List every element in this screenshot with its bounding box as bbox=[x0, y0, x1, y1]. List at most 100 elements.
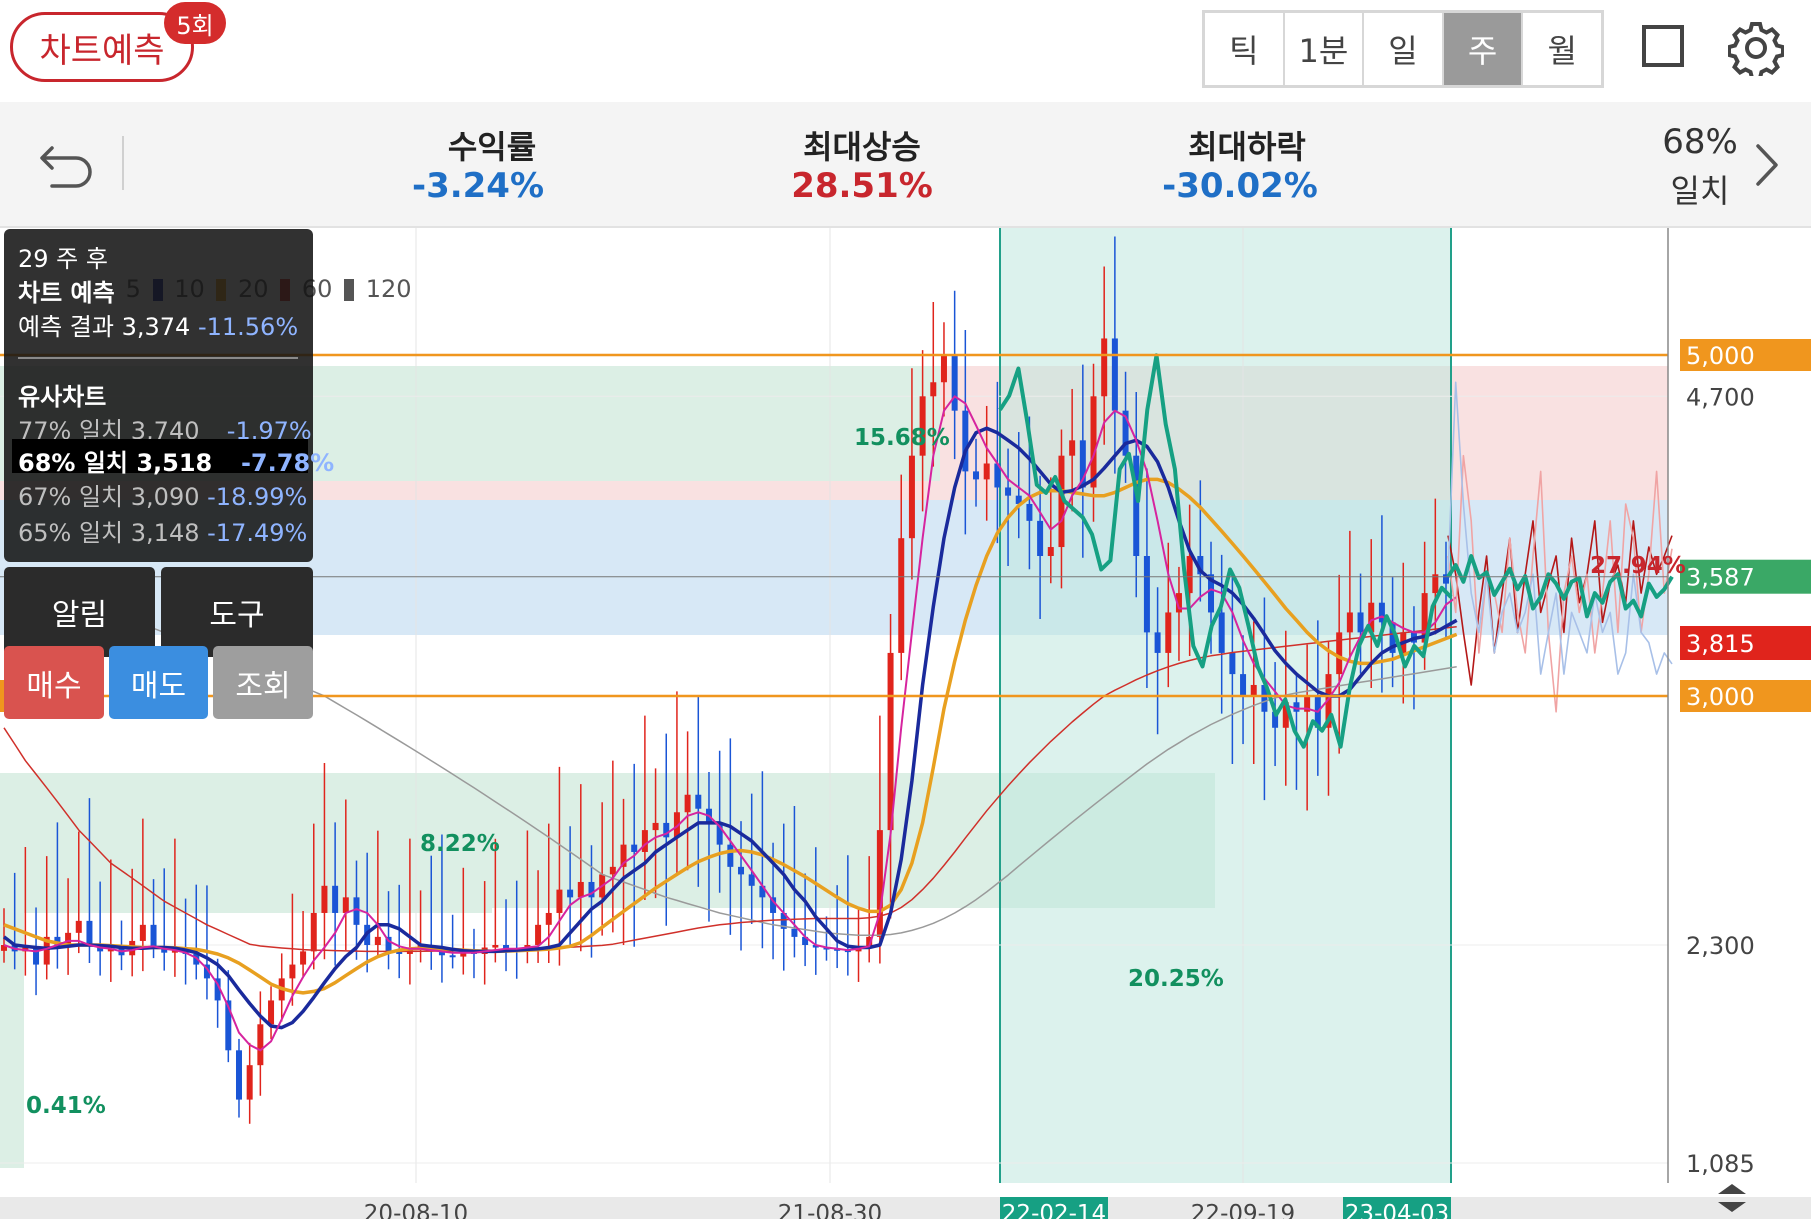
candle-body bbox=[1357, 612, 1364, 633]
candle-body bbox=[1218, 612, 1225, 653]
max-rise-label: 최대상승 bbox=[803, 128, 921, 166]
candle-body bbox=[257, 1024, 264, 1066]
candle-body bbox=[556, 889, 563, 913]
candle-body bbox=[973, 471, 980, 480]
similar-price: 3,090 bbox=[130, 483, 200, 511]
candle-body bbox=[1111, 338, 1118, 411]
similar-pct: -17.49% bbox=[207, 519, 308, 547]
candle-body bbox=[908, 455, 915, 539]
price-level-label: 3,000 bbox=[1686, 683, 1755, 711]
similar-match: 65% 일치 bbox=[18, 519, 124, 547]
candle-body bbox=[353, 897, 360, 925]
candle-body bbox=[492, 945, 499, 948]
similar-match: 68% 일치 bbox=[18, 449, 128, 477]
tools-button[interactable]: 도구 bbox=[161, 567, 313, 657]
x-tick-label: 20-08-10 bbox=[364, 1201, 468, 1219]
candle-body bbox=[246, 1065, 253, 1100]
similar-row[interactable]: 67% 일치 3,090 -18.99% bbox=[18, 477, 307, 512]
candle-body bbox=[289, 964, 296, 979]
candle-body bbox=[940, 355, 947, 383]
period-1min-tab[interactable]: 1분 bbox=[1285, 13, 1365, 85]
candle-body bbox=[150, 924, 157, 947]
max-fall-label: 최대하락 bbox=[1188, 128, 1306, 166]
return-label: 수익률 bbox=[447, 128, 537, 166]
result-row: 예측 결과 3,374 -11.56% bbox=[18, 307, 298, 342]
candle-body bbox=[1143, 556, 1150, 633]
zone-percent-label: 15.68% bbox=[854, 425, 950, 451]
candle-body bbox=[567, 889, 574, 898]
zone-percent-label: 8.22% bbox=[420, 831, 500, 857]
x-tick-label: 22-02-14 bbox=[1002, 1201, 1106, 1219]
similar-pct: -7.78% bbox=[240, 449, 335, 477]
similar-row-selected[interactable]: 68% 일치 3,518 -7.78% bbox=[18, 443, 334, 478]
candle-body bbox=[1026, 503, 1033, 521]
x-tick-label: 21-08-30 bbox=[778, 1201, 882, 1219]
candle-body bbox=[1069, 440, 1076, 456]
candle-body bbox=[342, 897, 349, 913]
candle-body bbox=[139, 924, 146, 941]
period-selector: 틱 1분 일 주 월 bbox=[1202, 10, 1604, 88]
alarm-button[interactable]: 알림 bbox=[4, 567, 155, 657]
match-percent: 68% bbox=[1662, 122, 1738, 162]
current-price-label: 3,587 bbox=[1686, 564, 1755, 592]
matched-range-band bbox=[1000, 228, 1451, 1183]
chevron-right-icon[interactable] bbox=[1752, 140, 1782, 190]
similar-match: 67% 일치 bbox=[18, 483, 124, 511]
max-rise-value: 28.51% bbox=[791, 166, 933, 206]
y-tick-label: 4,700 bbox=[1686, 383, 1755, 411]
candle-body bbox=[535, 924, 542, 945]
y-tick-label: 5,000 bbox=[1686, 342, 1755, 370]
max-fall-value: -30.02% bbox=[1162, 166, 1318, 206]
match-label: 일치 bbox=[1670, 172, 1730, 210]
view-button[interactable]: 조회 bbox=[213, 646, 313, 719]
candle-body bbox=[727, 844, 734, 867]
similar-row[interactable]: 65% 일치 3,148 -17.49% bbox=[18, 513, 307, 548]
candle-body bbox=[791, 928, 798, 937]
stats-divider bbox=[122, 136, 124, 190]
x-tick-label: 22-09-19 bbox=[1191, 1201, 1295, 1219]
similar-price: 3,148 bbox=[130, 519, 200, 547]
prediction-panel: 29 주 후 차트 예측 예측 결과 3,374 -11.56% 유사차트 77… bbox=[4, 229, 334, 562]
period-tick-tab[interactable]: 틱 bbox=[1205, 13, 1285, 85]
green-zone bbox=[0, 773, 492, 913]
back-icon[interactable] bbox=[38, 140, 94, 190]
zone-percent-label: 20.25% bbox=[1128, 966, 1224, 992]
gear-icon[interactable] bbox=[1728, 20, 1784, 76]
period-week-tab[interactable]: 주 bbox=[1443, 13, 1524, 85]
panel-title: 차트 예측 bbox=[18, 279, 115, 307]
candle-body bbox=[1336, 632, 1343, 675]
candle-body bbox=[951, 355, 958, 411]
candle-body bbox=[300, 951, 307, 965]
weeks-after-label: 29 주 후 bbox=[18, 245, 108, 273]
square-icon[interactable] bbox=[1642, 25, 1684, 67]
candle-body bbox=[321, 885, 328, 913]
y-tick-label: 5,920 bbox=[1686, 228, 1755, 229]
return-value: -3.24% bbox=[411, 166, 545, 206]
candle-body bbox=[1165, 612, 1172, 653]
candle-body bbox=[1047, 547, 1054, 557]
candle-body bbox=[1101, 338, 1108, 397]
candle-body bbox=[609, 866, 616, 875]
candle-body bbox=[577, 881, 584, 898]
candle-body bbox=[1250, 684, 1257, 696]
candle-body bbox=[449, 955, 456, 958]
candle-body bbox=[898, 538, 905, 653]
candle-body bbox=[983, 463, 990, 480]
candle-body bbox=[684, 794, 691, 813]
zone-percent-label: 0.41% bbox=[26, 1093, 106, 1119]
chart-predict-label: 차트예측 bbox=[39, 30, 165, 71]
candle-body bbox=[332, 885, 339, 913]
candle-body bbox=[1090, 396, 1097, 488]
buy-button[interactable]: 매수 bbox=[4, 646, 104, 719]
candle-body bbox=[268, 1000, 275, 1025]
period-day-tab[interactable]: 일 bbox=[1364, 13, 1444, 85]
ma-legend-120: 120 bbox=[365, 275, 412, 303]
panel-divider bbox=[18, 357, 298, 359]
result-label: 예측 결과 bbox=[18, 313, 114, 341]
ma-swatch-icon bbox=[344, 279, 355, 301]
sell-button[interactable]: 매도 bbox=[109, 646, 208, 719]
candle-body bbox=[75, 920, 82, 933]
similar-pct: -18.99% bbox=[207, 483, 308, 511]
period-month-tab[interactable]: 월 bbox=[1523, 13, 1601, 85]
y-tick-label: 1,085 bbox=[1686, 1150, 1755, 1178]
